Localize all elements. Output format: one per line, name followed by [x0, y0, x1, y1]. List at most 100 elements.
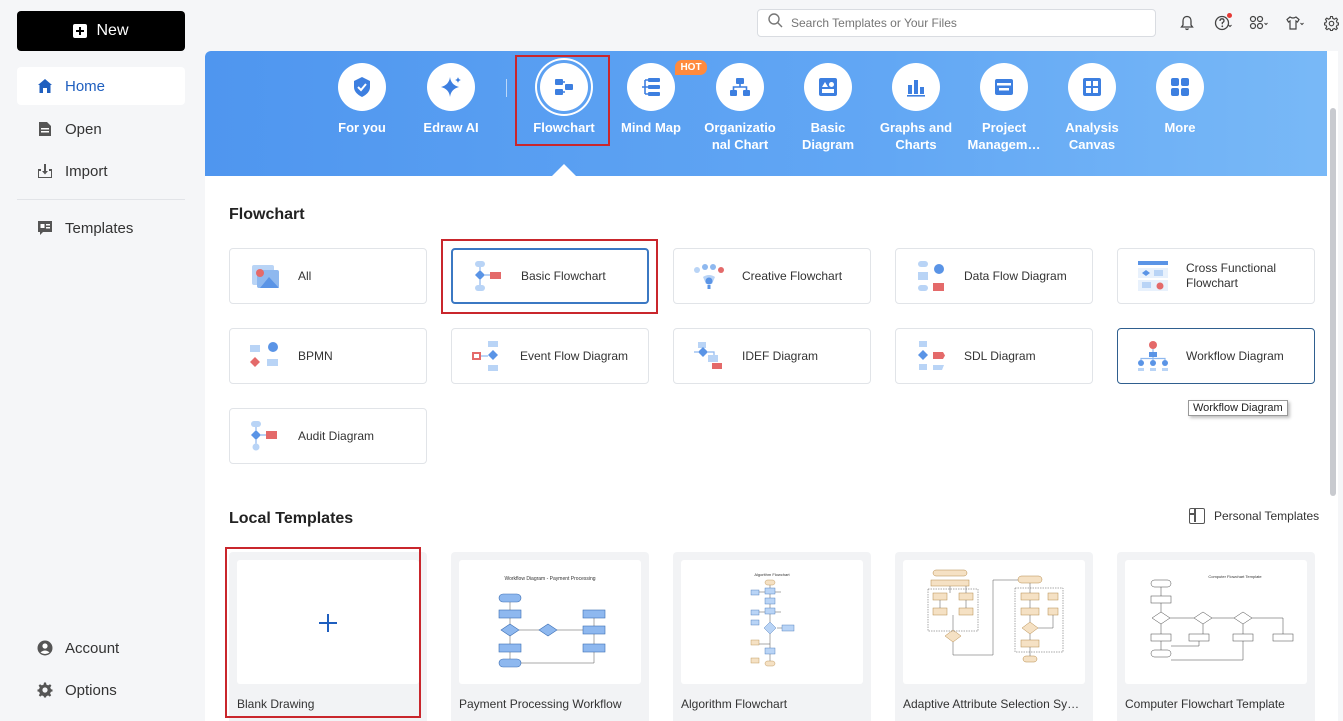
personal-templates-link[interactable]: Personal Templates [1189, 508, 1319, 524]
basic-flowchart-icon [475, 261, 501, 291]
category-org-chart[interactable]: Organizatio nal Chart [697, 63, 783, 153]
basic-diagram-icon [804, 63, 852, 111]
template-adaptive-attribute[interactable]: Adaptive Attribute Selection Syst… [895, 552, 1093, 721]
category-project-management[interactable]: Project Managem… [961, 63, 1047, 153]
sidebar-item-label: Home [65, 77, 106, 95]
sidebar-item-label: Account [65, 639, 120, 657]
creative-flowchart-icon [694, 264, 724, 289]
category-graphs-and-charts[interactable]: Graphs and Charts [873, 63, 959, 153]
bar-chart-icon [892, 63, 940, 111]
project-icon [980, 63, 1028, 111]
flowchart-type-all[interactable]: All [229, 248, 427, 304]
sidebar-item-account[interactable]: Account [17, 629, 185, 667]
flowchart-type-basic-flowchart[interactable]: Basic Flowchart [451, 248, 649, 304]
card-label: Basic Flowchart [521, 268, 606, 283]
apps-icon[interactable] [1248, 12, 1270, 34]
thumbnail-title: Computer Flowchart Template [1208, 574, 1262, 579]
card-label: BPMN [298, 348, 333, 363]
search-icon [768, 13, 783, 33]
template-name: Blank Drawing [237, 697, 315, 711]
flowchart-type-event-flow[interactable]: Event Flow Diagram [451, 328, 649, 384]
flowchart-type-audit[interactable]: Audit Diagram [229, 408, 427, 464]
category-label: Project Managem… [967, 120, 1041, 152]
sidebar-item-label: Options [65, 681, 117, 699]
template-thumbnail: Algorithm Flowchart [681, 560, 863, 684]
card-label: SDL Diagram [964, 348, 1036, 363]
template-layout-icon [1189, 508, 1205, 524]
sdl-icon [918, 341, 945, 370]
card-label: All [298, 268, 312, 283]
sidebar-item-label: Templates [65, 219, 134, 237]
category-label: Organizatio nal Chart [704, 120, 776, 152]
category-banner: For you Edraw AI HOT Flowchart Mind Map [205, 51, 1338, 177]
flowchart-type-creative-flowchart[interactable]: Creative Flowchart [673, 248, 871, 304]
template-name: Algorithm Flowchart [681, 697, 788, 711]
template-thumbnail: Workflow Diagram - Payment Processing [459, 560, 641, 684]
template-payment-processing[interactable]: Workflow Diagram - Payment Processing Pa… [451, 552, 649, 721]
template-computer-flowchart[interactable]: Computer Flowchart Template Computer Flo… [1117, 552, 1315, 721]
sidebar-item-label: Open [65, 120, 102, 138]
flowchart-type-data-flow-diagram[interactable]: Data Flow Diagram [895, 248, 1093, 304]
mind-map-icon [627, 63, 675, 111]
settings-icon[interactable] [1320, 12, 1342, 34]
flowchart-type-workflow[interactable]: Workflow Diagram [1117, 328, 1315, 384]
banner-divider [506, 79, 507, 97]
category-label: Analysis Canvas [1065, 120, 1119, 152]
audit-icon [251, 421, 277, 451]
template-algorithm-flowchart[interactable]: Algorithm Flowchart Algorithm Flowchart [673, 552, 871, 721]
flowchart-type-bpmn[interactable]: BPMN [229, 328, 427, 384]
new-button-label: New [96, 22, 129, 39]
category-mind-map[interactable]: Mind Map [608, 63, 694, 136]
thumbnail-title: Algorithm Flowchart [754, 572, 790, 577]
tooltip: Workflow Diagram [1188, 400, 1288, 416]
canvas-icon [1068, 63, 1116, 111]
sidebar-item-options[interactable]: Options [17, 671, 185, 709]
category-label: Basic Diagram [801, 120, 855, 152]
sidebar-item-label: Import [65, 162, 108, 180]
new-button[interactable]: New [17, 11, 185, 51]
notification-dot [1227, 13, 1232, 18]
category-basic-diagram[interactable]: Basic Diagram [785, 63, 871, 153]
template-thumbnail: Computer Flowchart Template [1125, 560, 1307, 684]
template-name: Payment Processing Workflow [459, 697, 622, 711]
category-label: More [1164, 120, 1196, 135]
category-flowchart[interactable]: Flowchart [521, 63, 607, 136]
scrollbar-thumb[interactable] [1330, 108, 1336, 496]
sidebar-item-import[interactable]: Import [17, 152, 185, 190]
bell-icon[interactable] [1176, 12, 1198, 34]
template-thumbnail [237, 560, 419, 684]
flowchart-type-idef[interactable]: IDEF Diagram [673, 328, 871, 384]
help-icon[interactable] [1212, 12, 1234, 34]
category-for-you[interactable]: For you [319, 63, 405, 136]
grid-icon [1156, 63, 1204, 111]
all-types-icon [252, 265, 279, 288]
category-label: Flowchart [533, 120, 595, 135]
selection-pointer [551, 164, 577, 177]
plus-icon [319, 614, 337, 632]
category-analysis-canvas[interactable]: Analysis Canvas [1049, 63, 1135, 153]
shirt-icon[interactable] [1284, 12, 1306, 34]
search-input[interactable] [791, 16, 1131, 30]
flowchart-type-sdl[interactable]: SDL Diagram [895, 328, 1093, 384]
flowchart-type-cross-functional[interactable]: Cross Functional Flowchart [1117, 248, 1315, 304]
category-more[interactable]: More [1137, 63, 1223, 136]
sidebar-item-home[interactable]: Home [17, 67, 185, 105]
main-panel: For you Edraw AI HOT Flowchart Mind Map [205, 51, 1338, 721]
category-label: Edraw AI [423, 120, 479, 135]
thumbnail-title: Workflow Diagram - Payment Processing [504, 576, 595, 582]
sidebar-item-open[interactable]: Open [17, 110, 185, 148]
card-label: Cross Functional Flowchart [1186, 261, 1277, 290]
template-blank-drawing[interactable]: Blank Drawing [229, 552, 427, 721]
plus-icon [73, 24, 88, 38]
org-chart-icon [716, 63, 764, 111]
sidebar-item-templates[interactable]: Templates [17, 209, 185, 247]
card-label: Creative Flowchart [742, 268, 843, 283]
top-toolbar [1176, 11, 1342, 35]
card-label: Data Flow Diagram [964, 268, 1067, 283]
category-label: Graphs and Charts [879, 120, 953, 152]
category-edraw-ai[interactable]: Edraw AI [408, 63, 494, 136]
category-label: Mind Map [621, 120, 681, 135]
flowchart-section-title: Flowchart [229, 206, 305, 223]
search-bar[interactable] [757, 9, 1156, 37]
templates-icon [37, 220, 53, 236]
